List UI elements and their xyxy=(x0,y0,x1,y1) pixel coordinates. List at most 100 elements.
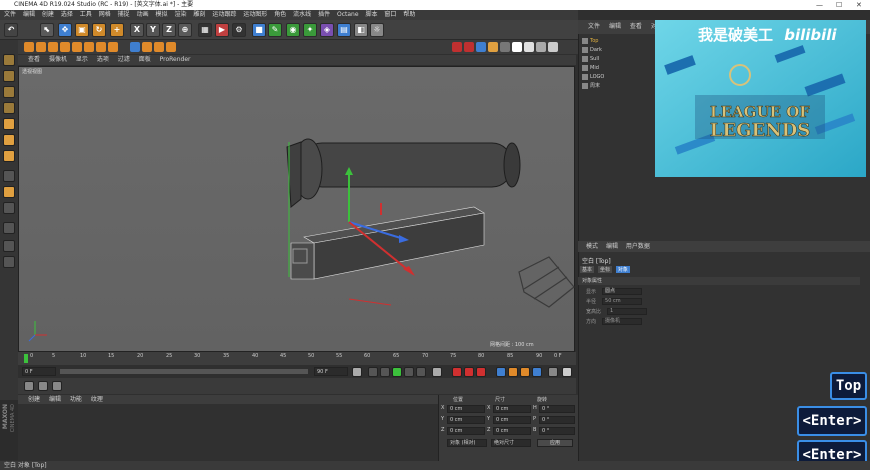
select-icon[interactable]: ⬉ xyxy=(40,23,54,37)
move-icon[interactable]: ✥ xyxy=(58,23,72,37)
rotate-icon[interactable]: ↻ xyxy=(92,23,106,37)
lock-icon[interactable] xyxy=(142,42,152,52)
obj-menu-view[interactable]: 查看 xyxy=(630,23,642,30)
menu-mograph[interactable]: 运动图形 xyxy=(243,11,267,18)
solo-icon[interactable] xyxy=(130,42,140,52)
frame-range-slider[interactable] xyxy=(60,369,308,374)
menu-script[interactable]: 脚本 xyxy=(365,11,377,18)
menu-plugins[interactable]: 插件 xyxy=(318,11,330,18)
vp-menu-options[interactable]: 选项 xyxy=(97,56,109,63)
timeline-menu-icon[interactable] xyxy=(562,367,572,377)
z-axis-button[interactable]: Z xyxy=(162,23,176,37)
scene-icon[interactable]: ▤ xyxy=(337,23,351,37)
subdivision-icon[interactable]: ◉ xyxy=(286,23,300,37)
undo-icon[interactable]: ↶ xyxy=(4,23,18,37)
mode-polygons-icon[interactable] xyxy=(48,42,58,52)
octane-object-icon[interactable] xyxy=(548,42,558,52)
coord-system-icon[interactable]: ⊕ xyxy=(178,23,192,37)
mode-axis-icon[interactable] xyxy=(72,42,82,52)
mode-points-icon[interactable] xyxy=(24,42,34,52)
attr-tab-basic[interactable]: 基本 xyxy=(580,266,595,273)
mat-menu-texture[interactable]: 纹理 xyxy=(91,396,103,403)
vp-menu-view[interactable]: 查看 xyxy=(28,56,40,63)
key-param-icon[interactable] xyxy=(532,367,542,377)
next-key-icon[interactable] xyxy=(416,367,426,377)
vp-menu-panel[interactable]: 面板 xyxy=(139,56,151,63)
cube-icon[interactable]: ■ xyxy=(252,23,266,37)
key-scale-icon[interactable] xyxy=(508,367,518,377)
playhead[interactable] xyxy=(24,354,28,363)
octane-live-icon[interactable] xyxy=(476,42,486,52)
next-frame-icon[interactable] xyxy=(404,367,414,377)
make-editable-icon[interactable] xyxy=(3,54,15,66)
vp-menu-cameras[interactable]: 摄像机 xyxy=(49,56,67,63)
maximize-button[interactable]: ☐ xyxy=(836,0,842,10)
menu-character[interactable]: 角色 xyxy=(274,11,286,18)
attr-display-dropdown[interactable]: 圆点 xyxy=(602,288,643,295)
prev-key-icon[interactable] xyxy=(368,367,378,377)
key-rotation-icon[interactable] xyxy=(520,367,530,377)
prev-frame-icon[interactable] xyxy=(380,367,390,377)
mograph-icon[interactable]: ✦ xyxy=(303,23,317,37)
vp-menu-filter[interactable]: 过滤 xyxy=(118,56,130,63)
menu-edit[interactable]: 编辑 xyxy=(23,11,35,18)
octane-material-icon[interactable] xyxy=(500,42,510,52)
key-position-icon[interactable] xyxy=(496,367,506,377)
vp-menu-display[interactable]: 显示 xyxy=(76,56,88,63)
octane-camera-icon[interactable] xyxy=(536,42,546,52)
record-icon[interactable] xyxy=(452,367,462,377)
mode-uv-icon[interactable] xyxy=(60,42,70,52)
workplane-icon[interactable] xyxy=(96,42,106,52)
attr-menu-edit[interactable]: 编辑 xyxy=(606,243,618,250)
coord-mode-dropdown[interactable]: 对象 (相对) xyxy=(447,439,487,447)
points-mode-icon[interactable] xyxy=(3,118,15,130)
material-sphere-icon[interactable] xyxy=(38,381,48,391)
menu-help[interactable]: 帮助 xyxy=(403,11,415,18)
obj-menu-file[interactable]: 文件 xyxy=(588,23,600,30)
attr-aspect-field[interactable]: 1 xyxy=(607,308,648,315)
rot-h-field[interactable]: 0 ° xyxy=(539,405,575,413)
menu-tools[interactable]: 工具 xyxy=(80,11,92,18)
render-settings-icon[interactable]: ⚙ xyxy=(232,23,246,37)
octane-stop-icon[interactable] xyxy=(464,42,474,52)
key-pla-icon[interactable] xyxy=(548,367,558,377)
keyframe-selection-icon[interactable] xyxy=(476,367,486,377)
octane-sky-icon[interactable] xyxy=(524,42,534,52)
attr-tab-object[interactable]: 对象 xyxy=(615,266,630,273)
octane-settings-icon[interactable] xyxy=(488,42,498,52)
obj-menu-edit[interactable]: 编辑 xyxy=(609,23,621,30)
octane-light-icon[interactable] xyxy=(512,42,522,52)
texture-mode-icon[interactable] xyxy=(3,86,15,98)
menu-snap[interactable]: 捕捉 xyxy=(118,11,130,18)
add-icon[interactable]: + xyxy=(110,23,124,37)
edges-mode-icon[interactable] xyxy=(3,134,15,146)
vp-menu-prorender[interactable]: ProRender xyxy=(160,56,191,63)
menu-window[interactable]: 窗口 xyxy=(384,11,396,18)
polygons-mode-icon[interactable] xyxy=(3,150,15,162)
render-icon[interactable]: ▶ xyxy=(215,23,229,37)
attr-orientation-dropdown[interactable]: 摄像机 xyxy=(602,318,643,325)
attr-radius-field[interactable]: 50 cm xyxy=(602,298,643,305)
menu-render[interactable]: 渲染 xyxy=(174,11,186,18)
pen-icon[interactable]: ✎ xyxy=(268,23,282,37)
material-preview-icon[interactable] xyxy=(24,381,34,391)
octane-record-icon[interactable] xyxy=(452,42,462,52)
attr-menu-mode[interactable]: 模式 xyxy=(586,243,598,250)
autokey-icon[interactable] xyxy=(464,367,474,377)
material-manager-area[interactable] xyxy=(18,404,438,461)
pos-z-field[interactable]: 0 cm xyxy=(447,427,485,435)
attr-tab-coord[interactable]: 坐标 xyxy=(597,266,612,273)
camera-icon[interactable]: ◧ xyxy=(354,23,368,37)
menu-select[interactable]: 选择 xyxy=(61,11,73,18)
pos-x-field[interactable]: 0 cm xyxy=(447,405,485,413)
grid-toggle-icon[interactable] xyxy=(3,256,15,268)
menu-mesh[interactable]: 网格 xyxy=(99,11,111,18)
snap-mode-icon[interactable] xyxy=(3,170,15,182)
menu-create[interactable]: 创建 xyxy=(42,11,54,18)
axis-mode-icon[interactable] xyxy=(3,186,15,198)
size-z-field[interactable]: 0 cm xyxy=(493,427,531,435)
rot-b-field[interactable]: 0 ° xyxy=(539,427,575,435)
model-mode-icon[interactable] xyxy=(3,70,15,82)
end-frame-field[interactable]: 90 F xyxy=(314,367,348,376)
start-frame-field[interactable]: 0 F xyxy=(22,367,56,376)
